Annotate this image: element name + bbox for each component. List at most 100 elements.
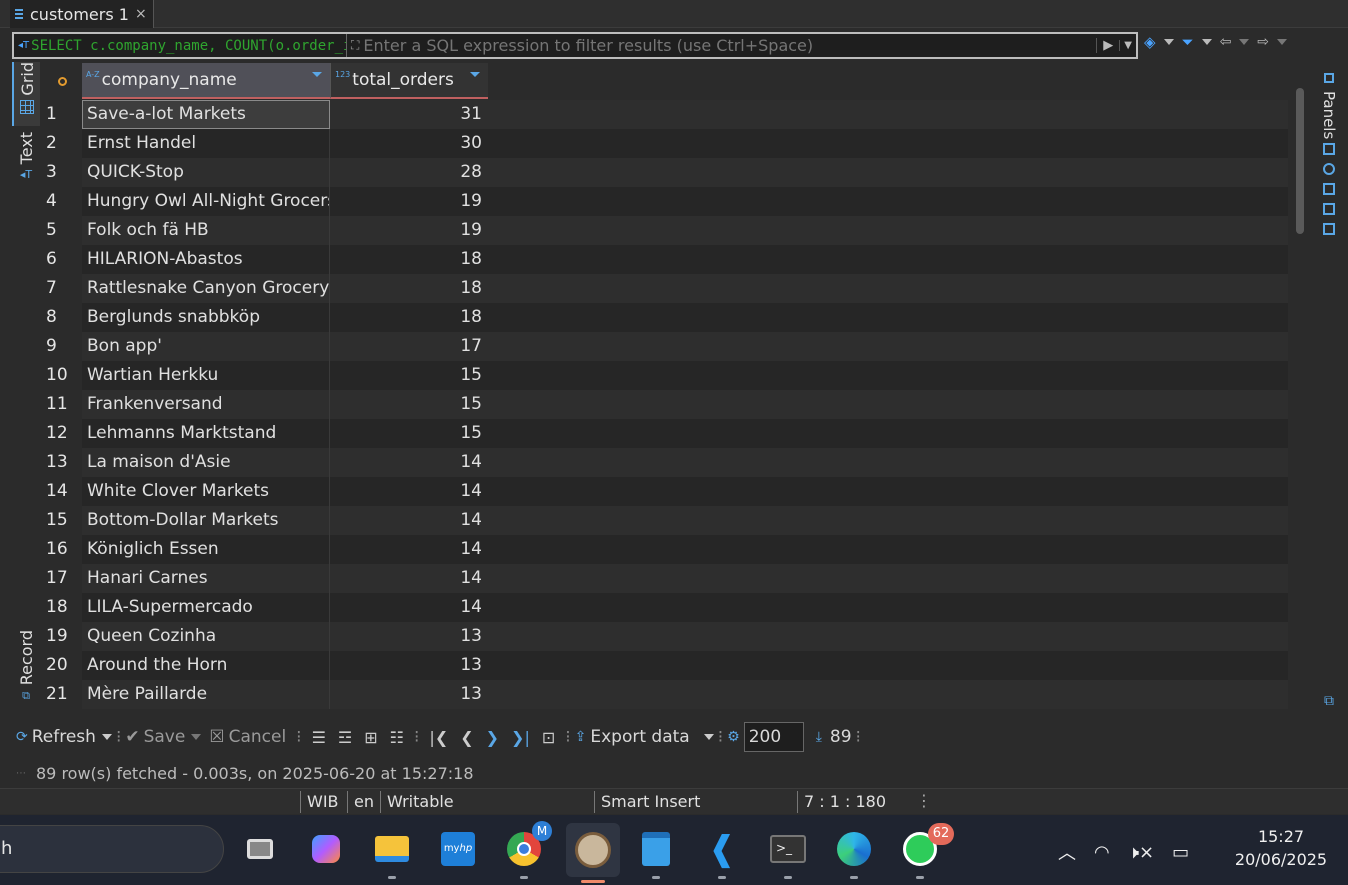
cell-total-orders[interactable]: 14 xyxy=(330,593,488,622)
row-number[interactable]: 5 xyxy=(42,216,82,245)
table-row[interactable]: 19 Queen Cozinha 13 xyxy=(42,622,1288,651)
cancel-button[interactable]: ☒ Cancel xyxy=(209,727,286,747)
row-count-icon[interactable]: ⤓ xyxy=(816,729,822,745)
calc-panel-icon[interactable] xyxy=(1323,203,1335,216)
cell-total-orders[interactable]: 28 xyxy=(330,158,488,187)
cell-company-name[interactable]: LILA-Supermercado xyxy=(82,593,330,622)
sort-icon[interactable] xyxy=(312,72,322,77)
sql-query-preview[interactable]: ◂T SELECT c.company_name, COUNT(o.order_… xyxy=(14,34,347,57)
cell-total-orders[interactable]: 14 xyxy=(330,535,488,564)
cell-total-orders[interactable]: 19 xyxy=(330,216,488,245)
next-icon[interactable]: ❯ xyxy=(486,728,499,747)
table-row[interactable]: 6 HILARION-Abastos 18 xyxy=(42,245,1288,274)
dbeaver-icon[interactable] xyxy=(566,823,620,883)
cell-company-name[interactable]: Folk och fä HB xyxy=(82,216,330,245)
grouping-panel-icon[interactable] xyxy=(1323,183,1335,196)
row-number[interactable]: 2 xyxy=(42,129,82,158)
taskbar-search[interactable]: h xyxy=(0,825,224,873)
close-icon[interactable]: × xyxy=(135,6,147,22)
row-number[interactable]: 12 xyxy=(42,419,82,448)
cell-total-orders[interactable]: 14 xyxy=(330,564,488,593)
table-row[interactable]: 5 Folk och fä HB 19 xyxy=(42,216,1288,245)
chevron-down-icon[interactable] xyxy=(1277,39,1288,45)
chrome-icon[interactable]: M xyxy=(504,821,552,879)
cell-total-orders[interactable]: 15 xyxy=(330,419,488,448)
back-arrow-icon[interactable]: ⇦ xyxy=(1220,34,1232,50)
table-row[interactable]: 11 Frankenversand 15 xyxy=(42,390,1288,419)
cell-total-orders[interactable]: 31 xyxy=(330,100,488,129)
chevron-up-icon[interactable]: ︿ xyxy=(1058,839,1076,865)
cell-company-name[interactable]: Bottom-Dollar Markets xyxy=(82,506,330,535)
cell-total-orders[interactable]: 15 xyxy=(330,390,488,419)
filter-input[interactable] xyxy=(363,36,1097,55)
cell-total-orders[interactable]: 18 xyxy=(330,303,488,332)
select-all-corner[interactable] xyxy=(42,63,82,99)
cell-company-name[interactable]: HILARION-Abastos xyxy=(82,245,330,274)
eraser-icon[interactable]: ◈ xyxy=(1144,33,1156,51)
wifi-icon[interactable]: ◠ xyxy=(1094,842,1110,863)
terminal-icon[interactable]: >_ xyxy=(768,829,808,879)
row-number[interactable]: 14 xyxy=(42,477,82,506)
chevron-down-icon[interactable] xyxy=(1201,39,1212,45)
save-dropdown-icon[interactable] xyxy=(191,734,202,740)
cell-company-name[interactable]: Wartian Herkku xyxy=(82,361,330,390)
table-row[interactable]: 10 Wartian Herkku 15 xyxy=(42,361,1288,390)
table-row[interactable]: 9 Bon app' 17 xyxy=(42,332,1288,361)
row-number[interactable]: 4 xyxy=(42,187,82,216)
column-header-company-name[interactable]: A-Z company_name xyxy=(82,63,330,99)
cell-total-orders[interactable]: 14 xyxy=(330,506,488,535)
cell-company-name[interactable]: Save-a-lot Markets xyxy=(82,100,330,129)
delete-row-icon[interactable]: ☷ xyxy=(390,728,404,747)
export-dropdown-icon[interactable] xyxy=(703,734,714,740)
table-row[interactable]: 20 Around the Horn 13 xyxy=(42,651,1288,680)
whatsapp-icon[interactable]: 62 xyxy=(900,823,954,879)
row-number[interactable]: 18 xyxy=(42,593,82,622)
expand-icon[interactable]: ⛶ xyxy=(351,38,359,53)
cell-company-name[interactable]: Bon app' xyxy=(82,332,330,361)
task-view-icon[interactable] xyxy=(240,829,280,869)
clock[interactable]: 15:27 20/06/2025 xyxy=(1226,827,1336,869)
add-row-icon[interactable]: ☲ xyxy=(338,728,352,747)
first-page-icon[interactable]: |❮ xyxy=(429,728,448,747)
cell-total-orders[interactable]: 13 xyxy=(330,651,488,680)
cell-total-orders[interactable]: 18 xyxy=(330,245,488,274)
cell-company-name[interactable]: Rattlesnake Canyon Grocery xyxy=(82,274,330,303)
row-number[interactable]: 15 xyxy=(42,506,82,535)
fetch-all-icon[interactable]: ⊡ xyxy=(542,728,555,747)
row-number[interactable]: 9 xyxy=(42,332,82,361)
apply-filter-icon[interactable]: ▶ xyxy=(1096,38,1119,53)
value-panel-icon[interactable] xyxy=(1323,143,1335,156)
cell-company-name[interactable]: QUICK-Stop xyxy=(82,158,330,187)
cell-total-orders[interactable]: 30 xyxy=(330,129,488,158)
sort-icon[interactable] xyxy=(470,72,480,77)
cell-total-orders[interactable]: 19 xyxy=(330,187,488,216)
references-panel-icon[interactable] xyxy=(1323,223,1335,236)
cell-company-name[interactable]: Queen Cozinha xyxy=(82,622,330,651)
row-number[interactable]: 11 xyxy=(42,390,82,419)
row-number[interactable]: 20 xyxy=(42,651,82,680)
cell-company-name[interactable]: Mère Paillarde xyxy=(82,680,330,709)
tab-text[interactable]: Text ◂T xyxy=(12,132,40,192)
vertical-scrollbar[interactable] xyxy=(1296,88,1304,234)
table-row[interactable]: 8 Berglunds snabbköp 18 xyxy=(42,303,1288,332)
speaker-muted-icon[interactable]: 🕨× xyxy=(1128,842,1154,863)
more-icon[interactable]: ⋮ xyxy=(916,791,932,810)
table-row[interactable]: 17 Hanari Carnes 14 xyxy=(42,564,1288,593)
table-row[interactable]: 14 White Clover Markets 14 xyxy=(42,477,1288,506)
cell-company-name[interactable]: Königlich Essen xyxy=(82,535,330,564)
cell-company-name[interactable]: La maison d'Asie xyxy=(82,448,330,477)
column-header-total-orders[interactable]: 123 total_orders xyxy=(330,63,488,99)
table-row[interactable]: 21 Mère Paillarde 13 xyxy=(42,680,1288,709)
refresh-dropdown-icon[interactable] xyxy=(101,734,112,740)
row-number[interactable]: 16 xyxy=(42,535,82,564)
cell-company-name[interactable]: Hanari Carnes xyxy=(82,564,330,593)
tab-grid[interactable]: Grid xyxy=(12,62,40,126)
forward-arrow-icon[interactable]: ⇨ xyxy=(1257,34,1269,50)
row-number[interactable]: 8 xyxy=(42,303,82,332)
cell-company-name[interactable]: Lehmanns Marktstand xyxy=(82,419,330,448)
table-row[interactable]: 4 Hungry Owl All-Night Grocers 19 xyxy=(42,187,1288,216)
cell-total-orders[interactable]: 14 xyxy=(330,477,488,506)
panels-toggle[interactable]: Panels xyxy=(1320,69,1338,239)
settings-icon[interactable]: ⚙ xyxy=(727,729,740,745)
table-row[interactable]: 12 Lehmanns Marktstand 15 xyxy=(42,419,1288,448)
